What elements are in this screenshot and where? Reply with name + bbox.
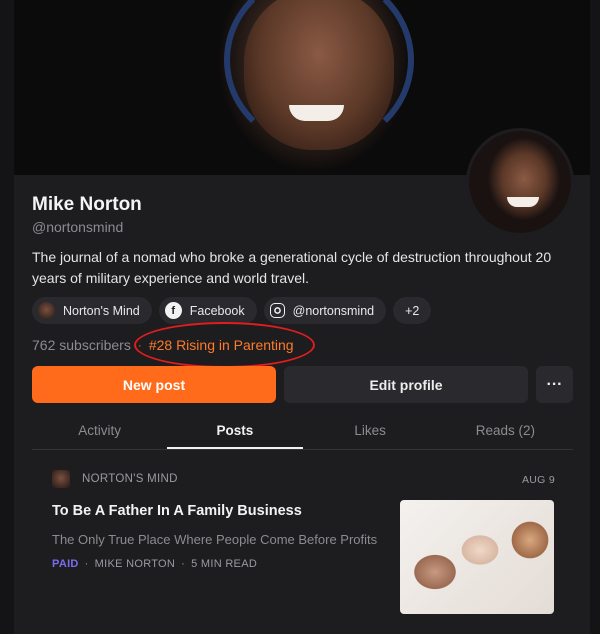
link-chip-label: @nortonsmind	[292, 303, 375, 318]
tab-likes[interactable]: Likes	[303, 414, 438, 449]
tab-reads[interactable]: Reads (2)	[438, 414, 573, 449]
publication-name: NORTON'S MIND	[82, 473, 178, 485]
post-subtitle[interactable]: The Only True Place Where People Come Be…	[52, 532, 377, 547]
profile-bio: The journal of a nomad who broke a gener…	[32, 249, 552, 286]
banner-headphones	[224, 0, 414, 150]
profile-handle: @nortonsmind	[32, 219, 124, 235]
post-meta: PAID · MIKE NORTON · 5 MIN READ	[52, 558, 257, 570]
tab-activity[interactable]: Activity	[32, 414, 167, 449]
banner-smile	[289, 105, 344, 121]
tab-posts[interactable]: Posts	[167, 414, 303, 449]
post-publication[interactable]: NORTON'S MIND	[52, 470, 178, 488]
instagram-icon	[269, 303, 285, 318]
new-post-button[interactable]: New post	[32, 366, 276, 403]
meta-separator: ·	[84, 558, 89, 570]
publication-logo-icon	[52, 470, 70, 488]
post-thumbnail-image[interactable]	[400, 500, 554, 614]
post-date: AUG 9	[522, 474, 556, 486]
link-chip-facebook[interactable]: f Facebook	[158, 297, 257, 324]
link-chip-label: Facebook	[189, 303, 245, 318]
avatar-smile	[507, 197, 539, 207]
avatar[interactable]	[466, 128, 574, 236]
profile-name: Mike Norton	[32, 194, 142, 215]
post-title[interactable]: To Be A Father In A Family Business	[52, 503, 302, 519]
ellipsis-icon: ···	[546, 375, 563, 393]
edit-profile-button[interactable]: Edit profile	[284, 366, 528, 403]
publication-avatar-icon	[38, 302, 55, 319]
highlight-annotation-ring	[134, 322, 315, 368]
post-author[interactable]: MIKE NORTON	[95, 558, 176, 570]
link-chip-instagram[interactable]: @nortonsmind	[263, 297, 387, 324]
link-chip-label: +2	[405, 303, 420, 318]
paid-badge: PAID	[52, 558, 79, 570]
profile-tabs: Activity Posts Likes Reads (2)	[32, 414, 573, 450]
link-chip-more[interactable]: +2	[393, 297, 432, 324]
profile-card: Mike Norton @nortonsmind The journal of …	[14, 0, 590, 634]
link-chip-label: Norton's Mind	[63, 303, 140, 318]
post-read-time: 5 MIN READ	[191, 558, 258, 570]
meta-separator: ·	[181, 558, 186, 570]
subscriber-count[interactable]: 762 subscribers	[32, 337, 131, 353]
profile-links: Norton's Mind f Facebook @nortonsmind +2	[32, 297, 432, 324]
more-options-button[interactable]: ···	[536, 366, 573, 403]
link-chip-publication[interactable]: Norton's Mind	[32, 297, 152, 324]
facebook-icon: f	[164, 302, 182, 319]
